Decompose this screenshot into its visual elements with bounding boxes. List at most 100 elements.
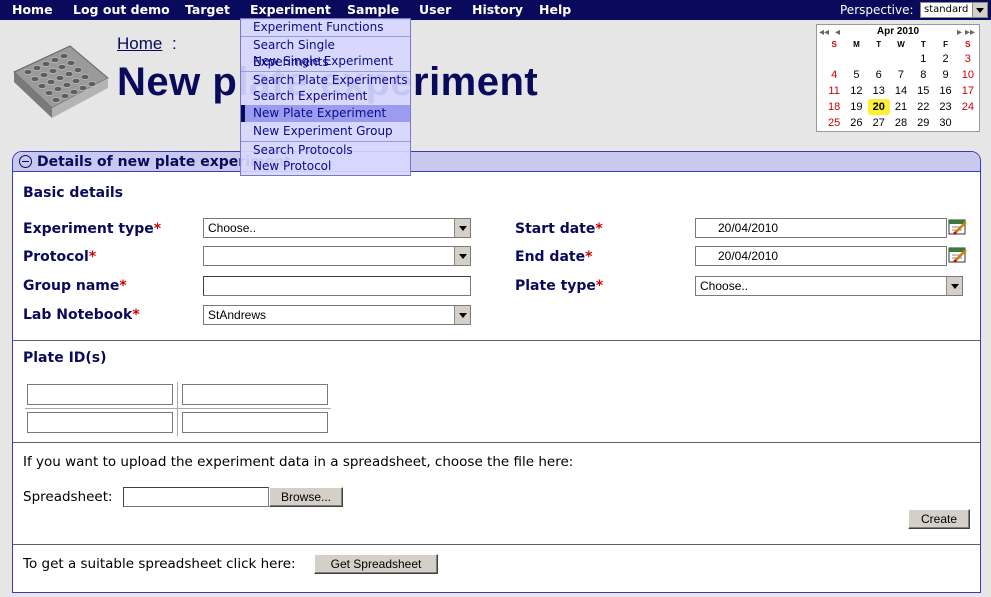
calendar-day[interactable]: 25 [823,115,845,131]
required-marker: * [595,221,603,237]
nav-target[interactable]: Target [185,2,230,17]
lab-notebook-label-text: Lab Notebook [23,307,133,323]
menu-item-search-plate-experiments[interactable]: Search Plate Experiments [241,71,410,88]
nav-log-out[interactable]: Log out demo [73,2,170,17]
weekday-label: M [853,40,860,49]
calendar-week-row: 18 19 20 21 22 23 24 [823,99,979,115]
menu-item-experiment-functions[interactable]: Experiment Functions [241,19,410,36]
section-divider [13,340,980,341]
next-year-icon[interactable]: ▸▸ [965,27,975,38]
calendar-day[interactable]: 16 [934,83,956,99]
calendar-day[interactable]: 23 [934,99,956,115]
calendar-day[interactable]: 15 [912,83,934,99]
menu-item-new-protocol[interactable]: New Protocol [241,158,410,175]
calendar-day[interactable]: 28 [890,115,912,131]
menu-item-new-experiment-group[interactable]: New Experiment Group [241,123,410,140]
menu-item-new-plate-experiment[interactable]: New Plate Experiment [241,105,410,122]
grid-divider [177,382,178,436]
calendar-day[interactable]: 10 [957,67,979,83]
upload-instructions: If you want to upload the experiment dat… [23,454,574,470]
start-date-input[interactable]: 20/04/2010 [695,218,947,238]
plate-id-input[interactable] [182,412,328,433]
end-date-input[interactable]: 20/04/2010 [695,246,947,266]
calendar-day[interactable]: 4 [823,67,845,83]
perspective-select[interactable]: standard [920,2,988,18]
spreadsheet-file-input[interactable] [123,487,269,507]
calendar-day[interactable]: 6 [868,67,890,83]
plate-ids-heading: Plate ID(s) [23,350,107,366]
group-name-input[interactable] [203,276,471,296]
calendar-empty-cell [890,51,912,67]
nav-user[interactable]: User [419,2,451,17]
nav-home[interactable]: Home [12,2,53,17]
plate-id-input[interactable] [182,384,328,405]
menu-item-new-single-experiment[interactable]: New Single Experiment [241,53,410,70]
plate-id-input[interactable] [27,384,173,405]
details-panel: Details of new plate experiment Basic de… [12,151,981,593]
nav-help[interactable]: Help [539,2,571,17]
end-date-label-text: End date [515,249,586,265]
collapse-icon[interactable] [19,155,32,168]
calendar-day[interactable]: 5 [845,67,867,83]
calendar-day[interactable]: 20 [867,99,890,115]
nav-history[interactable]: History [472,2,523,17]
start-date-label: Start date* [515,221,603,237]
get-spreadsheet-button[interactable]: Get Spreadsheet [314,554,438,574]
menu-item-search-single-experiments[interactable]: Search Single Experiments [241,36,410,69]
calendar-week-row: 4 5 6 7 8 9 10 [823,67,979,83]
plate-type-label: Plate type* [515,278,603,294]
calendar-day[interactable]: 12 [845,83,867,99]
weekday-label: T [920,40,926,49]
calendar-weekday-row: S M T W T F S [823,39,979,51]
calendar-day[interactable]: 2 [934,51,956,67]
calendar-day[interactable]: 14 [890,83,912,99]
panel-header: Details of new plate experiment [13,152,980,172]
menu-item-search-protocols[interactable]: Search Protocols [241,141,410,158]
calendar-day[interactable]: 3 [957,51,979,67]
experiment-type-select[interactable]: Choose.. [203,218,471,238]
browse-button[interactable]: Browse... [269,487,343,507]
plate-id-input[interactable] [27,412,173,433]
weekday-label: S [965,40,971,49]
nav-experiment[interactable]: Experiment [250,2,331,17]
required-marker: * [119,278,127,294]
calendar-picker-icon[interactable] [948,218,968,236]
chevron-down-icon [454,219,470,237]
chevron-down-icon [972,3,987,17]
calendar-day[interactable]: 27 [868,115,890,131]
calendar-empty-cell [845,51,867,67]
required-marker: * [585,249,593,265]
calendar-day[interactable]: 26 [845,115,867,131]
protocol-select[interactable] [203,246,471,266]
spreadsheet-label: Spreadsheet: [23,489,113,505]
weekday-label: W [897,40,905,49]
calendar-day[interactable]: 22 [912,99,934,115]
calendar-day[interactable]: 19 [845,99,867,115]
plate-type-label-text: Plate type [515,278,596,294]
calendar-day[interactable]: 9 [934,67,956,83]
lab-notebook-label: Lab Notebook* [23,307,140,323]
calendar-week-row: 25 26 27 28 29 30 [823,115,979,131]
calendar-week-row: 123 [823,51,979,67]
calendar-day[interactable]: 24 [957,99,979,115]
calendar-day[interactable]: 17 [957,83,979,99]
calendar-day[interactable]: 7 [890,67,912,83]
calendar-empty-cell [823,51,845,67]
calendar-day[interactable]: 29 [912,115,934,131]
next-month-icon[interactable]: ▸ [957,27,962,38]
calendar-day[interactable]: 13 [868,83,890,99]
calendar-day[interactable]: 21 [890,99,912,115]
calendar-day[interactable]: 30 [934,115,956,131]
breadcrumb-separator: : [172,34,177,53]
menu-item-search-experiment-groups[interactable]: Search Experiment Groups [241,88,410,120]
lab-notebook-select[interactable]: StAndrews [203,305,471,325]
calendar-day[interactable]: 8 [912,67,934,83]
create-button[interactable]: Create [908,509,970,529]
calendar-day[interactable]: 11 [823,83,845,99]
plate-type-select[interactable]: Choose.. [695,276,963,296]
calendar-picker-icon[interactable] [948,246,968,264]
calendar-day[interactable]: 1 [912,51,934,67]
breadcrumb-home-link[interactable]: Home [117,34,162,54]
calendar-day[interactable]: 18 [823,99,845,115]
nav-sample[interactable]: Sample [347,2,399,17]
